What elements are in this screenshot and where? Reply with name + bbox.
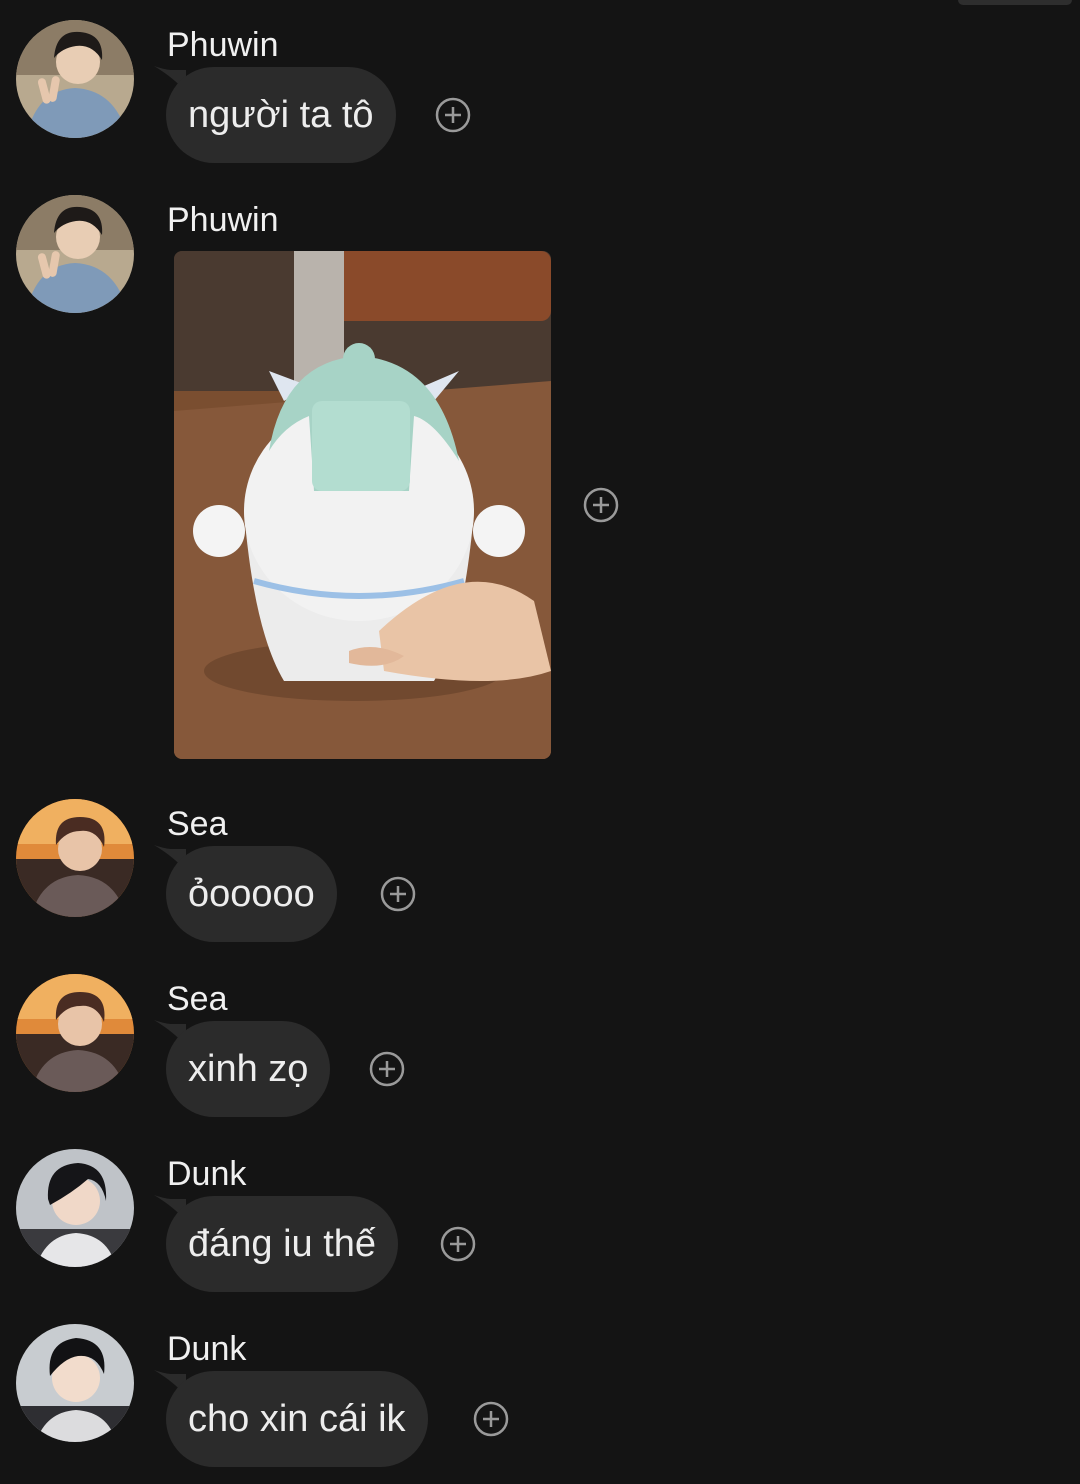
plus-circle-icon[interactable] [440, 1226, 476, 1262]
message-row: Sea xinh zọ [0, 974, 1080, 1124]
avatar-dunk[interactable] [16, 1149, 134, 1267]
top-edge-tab [958, 0, 1072, 5]
plus-circle-icon[interactable] [435, 97, 471, 133]
sender-name: Phuwin [167, 201, 279, 239]
sender-name: Sea [167, 980, 228, 1018]
avatar-phuwin[interactable] [16, 195, 134, 313]
message-row: Dunk đáng iu thế [0, 1149, 1080, 1299]
sender-name: Phuwin [167, 26, 279, 64]
message-bubble[interactable]: xinh zọ [166, 1021, 331, 1117]
message-bubble[interactable]: cho xin cái ik [166, 1371, 428, 1467]
plus-circle-icon[interactable] [380, 876, 416, 912]
avatar-dunk[interactable] [16, 1324, 134, 1442]
message-row: Dunk cho xin cái ik [0, 1324, 1080, 1474]
sender-name: Sea [167, 805, 228, 843]
avatar-sea[interactable] [16, 799, 134, 917]
message-bubble[interactable]: người ta tô [166, 67, 396, 163]
plus-circle-icon[interactable] [473, 1401, 509, 1437]
avatar-sea[interactable] [16, 974, 134, 1092]
sender-name: Dunk [167, 1330, 247, 1368]
message-row: Phuwin người ta tô [0, 20, 1080, 170]
plus-circle-icon[interactable] [369, 1051, 405, 1087]
plus-circle-icon[interactable] [583, 487, 619, 523]
avatar-phuwin[interactable] [16, 20, 134, 138]
message-row: Phuwin [0, 195, 1080, 775]
message-bubble[interactable]: ỏooooo [166, 846, 337, 942]
unpainted-figurine-photo[interactable] [174, 251, 551, 759]
sender-name: Dunk [167, 1155, 247, 1193]
message-row: Sea ỏooooo [0, 799, 1080, 949]
message-bubble[interactable]: đáng iu thế [166, 1196, 399, 1292]
